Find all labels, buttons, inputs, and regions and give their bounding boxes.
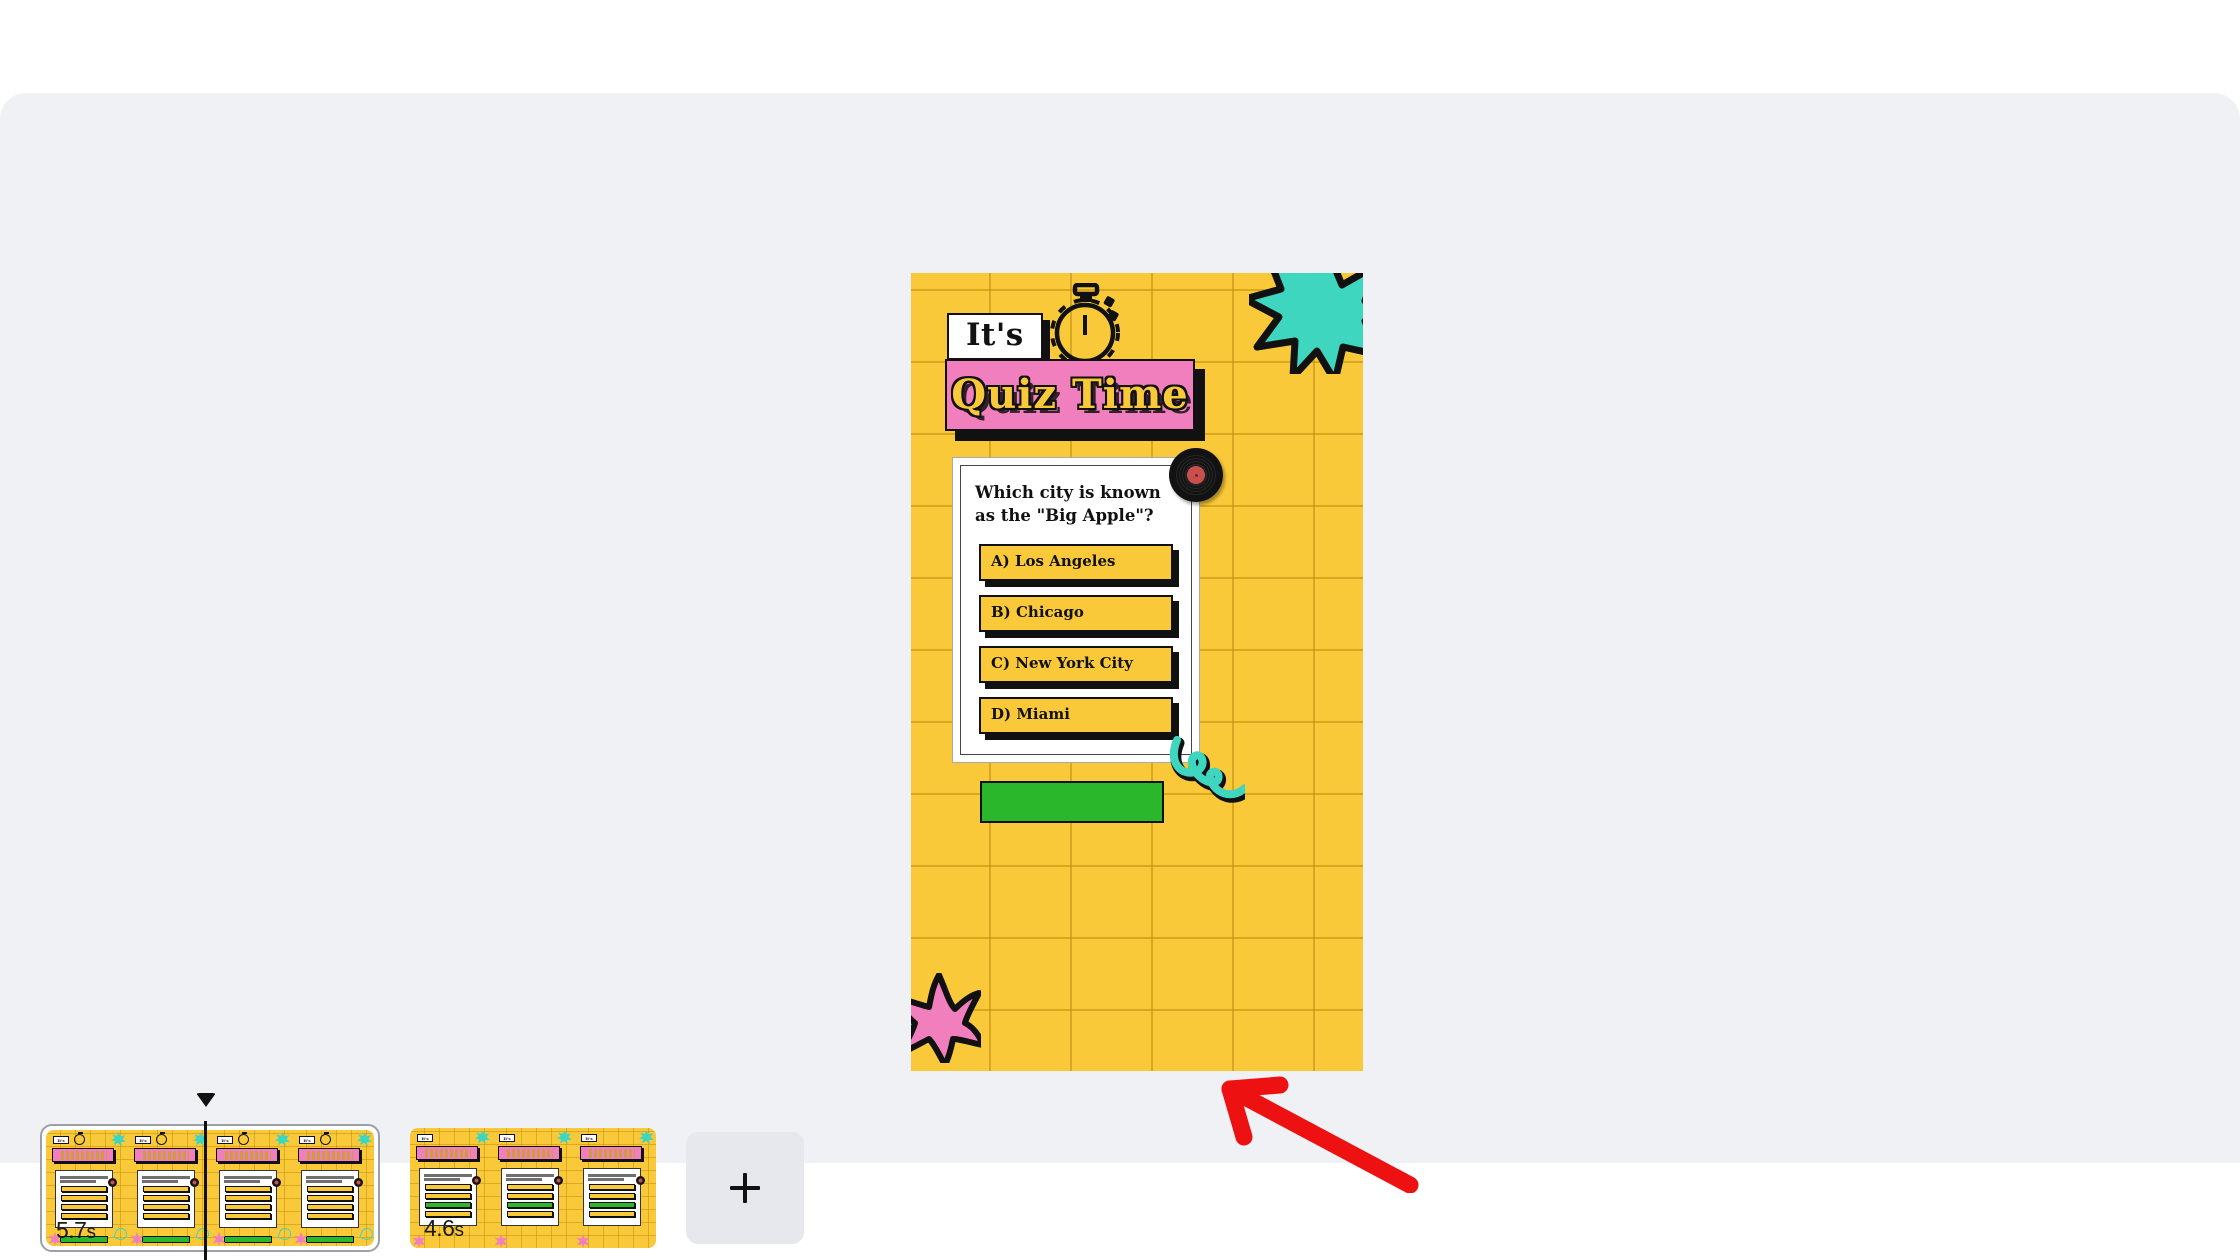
answer-option-d[interactable]: D) Miami — [979, 696, 1173, 734]
clip-frame: It's — [292, 1130, 374, 1246]
timeline-clip-2[interactable]: It's It's It's 4.6s — [410, 1128, 656, 1248]
clip-frame: It's — [210, 1130, 292, 1246]
answer-label: B) Chicago — [991, 602, 1084, 621]
question-card[interactable]: Which city is known as the "Big Apple"? … — [952, 457, 1200, 763]
playhead-handle-icon[interactable] — [196, 1093, 216, 1107]
answer-option-b[interactable]: B) Chicago — [979, 594, 1173, 632]
answer-label: A) Los Angeles — [991, 551, 1116, 570]
stopwatch-icon — [1050, 283, 1120, 367]
clip-duration-badge: 5.7s — [56, 1217, 96, 1244]
pink-flower-icon — [911, 973, 981, 1063]
clip-duration-badge: 4.6s — [424, 1215, 464, 1242]
clip-duration-value: 4.6 — [424, 1215, 455, 1241]
clip-frame: It's — [492, 1128, 574, 1248]
kicker-chip[interactable]: It's — [947, 313, 1043, 360]
plus-icon — [730, 1173, 760, 1203]
teal-squiggle-icon — [1169, 736, 1245, 803]
clip-duration-unit: s — [86, 1222, 96, 1243]
star-burst-icon — [1249, 273, 1363, 374]
timeline-strip: It's It's It's It's 5.7s It's It's It's … — [40, 1124, 804, 1252]
answer-label: D) Miami — [991, 704, 1070, 723]
title-banner[interactable]: Quiz Time — [945, 359, 1195, 431]
clip-frame: It's — [128, 1130, 210, 1246]
green-progress-bar[interactable] — [980, 781, 1164, 823]
answer-list: A) Los Angeles B) Chicago C) New York Ci… — [975, 543, 1177, 734]
annotation-arrow-icon — [1221, 1076, 1419, 1193]
add-clip-button[interactable] — [686, 1132, 804, 1244]
clip-frame: It's — [574, 1128, 656, 1248]
vinyl-record-icon[interactable] — [1169, 448, 1223, 502]
question-text: Which city is known as the "Big Apple"? — [975, 483, 1161, 525]
slide-canvas-container[interactable]: It's Quiz Time Which city is known as th… — [911, 273, 1363, 1071]
editor-workspace: It's Quiz Time Which city is known as th… — [0, 93, 2240, 1260]
kicker-label: It's — [966, 317, 1024, 353]
slide-canvas[interactable]: It's Quiz Time Which city is known as th… — [911, 273, 1363, 1071]
app-root: It's Quiz Time Which city is known as th… — [0, 0, 2240, 1260]
timeline-clip-1[interactable]: It's It's It's It's 5.7s — [40, 1124, 380, 1252]
title-label: Quiz Time — [951, 371, 1189, 418]
question-card-inner: Which city is known as the "Big Apple"? … — [960, 465, 1192, 755]
clip-duration-unit: s — [454, 1220, 464, 1241]
timeline-playhead[interactable] — [196, 1093, 216, 1260]
answer-label: C) New York City — [991, 653, 1133, 672]
clip-duration-value: 5.7 — [56, 1217, 87, 1243]
answer-option-c[interactable]: C) New York City — [979, 645, 1173, 683]
answer-option-a[interactable]: A) Los Angeles — [979, 543, 1173, 581]
